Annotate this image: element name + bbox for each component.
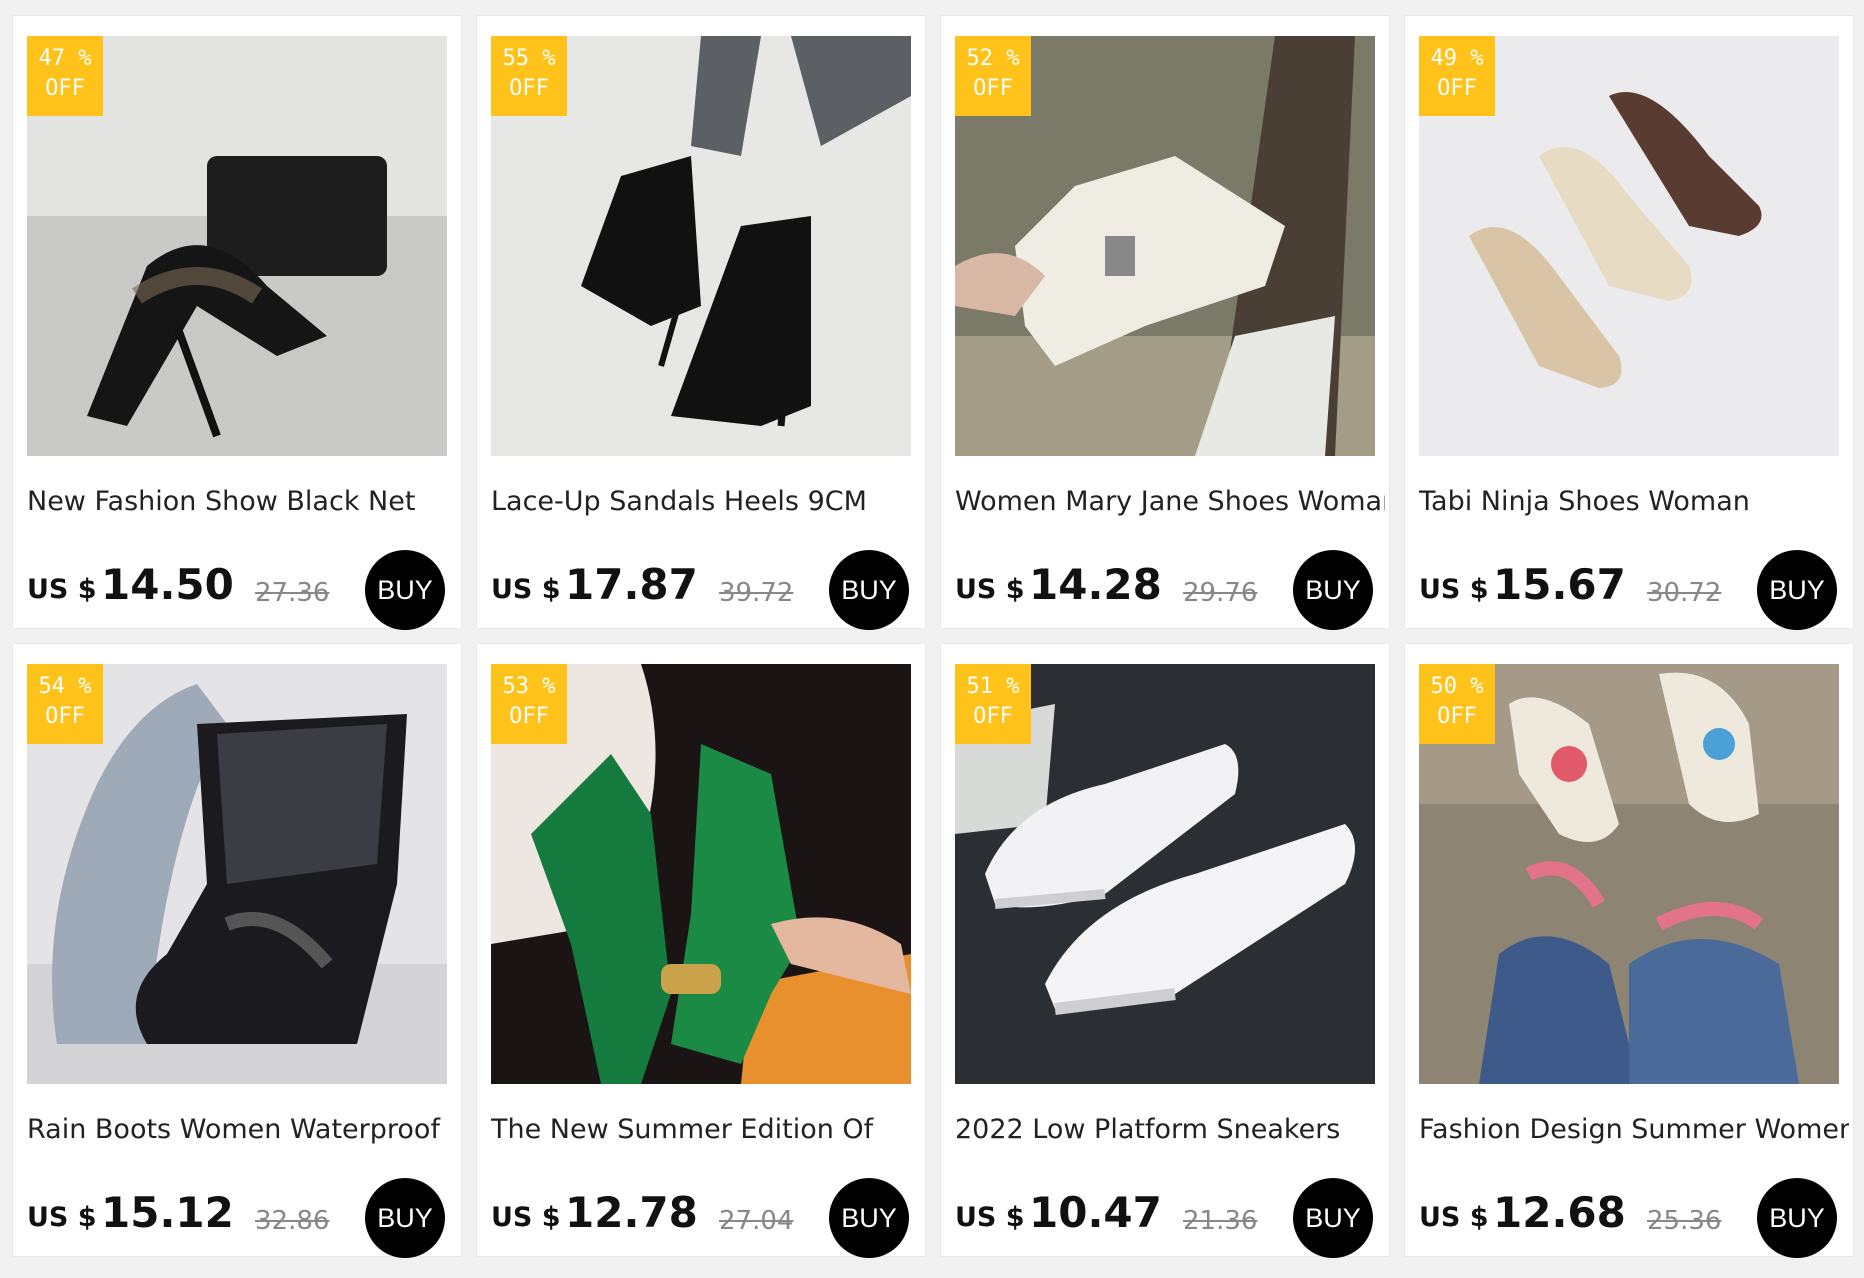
discount-off-label: OFF	[45, 704, 85, 729]
product-image[interactable]: 51 % OFF	[955, 664, 1375, 1084]
currency-label: US $	[1419, 1202, 1489, 1233]
product-image[interactable]: 50 % OFF	[1419, 664, 1839, 1084]
discount-percent: 54 %	[38, 674, 92, 699]
product-image[interactable]: 47 % OFF	[27, 36, 447, 456]
discount-percent: 49 %	[1430, 46, 1484, 71]
discount-percent: 53 %	[502, 674, 556, 699]
sale-price: 12.68	[1493, 1188, 1626, 1237]
discount-badge: 53 % OFF	[491, 664, 567, 744]
original-price: 30.72	[1647, 578, 1722, 608]
currency-label: US $	[27, 1202, 97, 1233]
product-image[interactable]: 49 % OFF	[1419, 36, 1839, 456]
product-card[interactable]: 55 % OFF Lace-Up Sandals Heels 9CM US $ …	[477, 16, 925, 630]
buy-button[interactable]: BUY	[1757, 550, 1837, 630]
product-image[interactable]: 54 % OFF	[27, 664, 447, 1084]
product-title[interactable]: The New Summer Edition Of	[491, 1114, 921, 1154]
currency-label: US $	[955, 1202, 1025, 1233]
product-title[interactable]: Rain Boots Women Waterproof	[27, 1114, 457, 1154]
original-price: 25.36	[1647, 1206, 1722, 1236]
product-card[interactable]: 47 % OFF New Fashion Show Black Net US $…	[13, 16, 461, 630]
discount-badge: 51 % OFF	[955, 664, 1031, 744]
product-card[interactable]: 51 % OFF 2022 Low Platform Sneakers US $…	[941, 644, 1389, 1258]
discount-badge: 55 % OFF	[491, 36, 567, 116]
discount-off-label: OFF	[509, 76, 549, 101]
buy-button[interactable]: BUY	[829, 550, 909, 630]
buy-button[interactable]: BUY	[365, 1178, 445, 1258]
currency-label: US $	[1419, 574, 1489, 605]
product-title[interactable]: New Fashion Show Black Net	[27, 486, 457, 526]
currency-label: US $	[491, 1202, 561, 1233]
sale-price: 10.47	[1029, 1188, 1162, 1237]
currency-label: US $	[955, 574, 1025, 605]
product-card[interactable]: 49 % OFF Tabi Ninja Shoes Woman US $ 15.…	[1405, 16, 1853, 630]
product-title[interactable]: Lace-Up Sandals Heels 9CM	[491, 486, 921, 526]
product-title[interactable]: Fashion Design Summer Women	[1419, 1114, 1849, 1154]
original-price: 32.86	[255, 1206, 330, 1236]
sale-price: 14.28	[1029, 560, 1162, 609]
product-title[interactable]: Women Mary Jane Shoes Woman	[955, 486, 1385, 526]
discount-off-label: OFF	[973, 76, 1013, 101]
sale-price: 14.50	[101, 560, 234, 609]
original-price: 29.76	[1183, 578, 1258, 608]
buy-button[interactable]: BUY	[1757, 1178, 1837, 1258]
product-title[interactable]: Tabi Ninja Shoes Woman	[1419, 486, 1849, 526]
product-card[interactable]: 53 % OFF The New Summer Edition Of US $ …	[477, 644, 925, 1258]
discount-off-label: OFF	[45, 76, 85, 101]
discount-off-label: OFF	[1437, 704, 1477, 729]
sale-price: 15.67	[1493, 560, 1626, 609]
discount-badge: 54 % OFF	[27, 664, 103, 744]
currency-label: US $	[491, 574, 561, 605]
discount-off-label: OFF	[509, 704, 549, 729]
discount-percent: 50 %	[1430, 674, 1484, 699]
sale-price: 15.12	[101, 1188, 234, 1237]
product-title[interactable]: 2022 Low Platform Sneakers	[955, 1114, 1385, 1154]
discount-percent: 52 %	[966, 46, 1020, 71]
discount-off-label: OFF	[973, 704, 1013, 729]
discount-percent: 55 %	[502, 46, 556, 71]
buy-button[interactable]: BUY	[365, 550, 445, 630]
discount-badge: 49 % OFF	[1419, 36, 1495, 116]
product-image[interactable]: 52 % OFF	[955, 36, 1375, 456]
discount-badge: 47 % OFF	[27, 36, 103, 116]
product-grid: 47 % OFF New Fashion Show Black Net US $…	[0, 0, 1864, 1278]
discount-badge: 52 % OFF	[955, 36, 1031, 116]
original-price: 21.36	[1183, 1206, 1258, 1236]
buy-button[interactable]: BUY	[1293, 1178, 1373, 1258]
sale-price: 17.87	[565, 560, 698, 609]
original-price: 27.04	[719, 1206, 794, 1236]
sale-price: 12.78	[565, 1188, 698, 1237]
product-card[interactable]: 50 % OFF Fashion Design Summer Women US …	[1405, 644, 1853, 1258]
product-card[interactable]: 52 % OFF Women Mary Jane Shoes Woman US …	[941, 16, 1389, 630]
discount-off-label: OFF	[1437, 76, 1477, 101]
original-price: 27.36	[255, 578, 330, 608]
original-price: 39.72	[719, 578, 794, 608]
discount-badge: 50 % OFF	[1419, 664, 1495, 744]
product-image[interactable]: 55 % OFF	[491, 36, 911, 456]
product-image[interactable]: 53 % OFF	[491, 664, 911, 1084]
buy-button[interactable]: BUY	[829, 1178, 909, 1258]
discount-percent: 47 %	[38, 46, 92, 71]
product-card[interactable]: 54 % OFF Rain Boots Women Waterproof US …	[13, 644, 461, 1258]
buy-button[interactable]: BUY	[1293, 550, 1373, 630]
discount-percent: 51 %	[966, 674, 1020, 699]
currency-label: US $	[27, 574, 97, 605]
